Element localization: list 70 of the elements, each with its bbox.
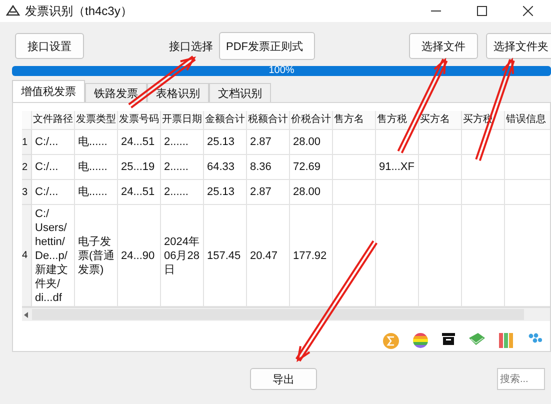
sigma-coin-icon[interactable] <box>383 333 399 349</box>
column-header[interactable]: 售方名 <box>333 111 376 130</box>
table-cell: 72.69 <box>290 155 333 180</box>
table-cell: C:/... <box>32 155 75 180</box>
tab[interactable]: 表格识别 <box>147 83 209 102</box>
interface-settings-button[interactable]: 接口设置 <box>15 33 84 59</box>
column-header[interactable]: 发票类型 <box>75 111 118 130</box>
table-cell <box>376 180 419 205</box>
row-number: 2 <box>22 155 32 180</box>
table-cell: 24...51 <box>118 180 161 205</box>
app-logo-icon <box>6 5 20 17</box>
horizontal-scrollbar[interactable] <box>22 307 550 321</box>
table-cell: 2...... <box>161 130 204 155</box>
archive-box-icon[interactable] <box>442 333 455 345</box>
column-header[interactable]: 发票号码 <box>118 111 161 130</box>
column-header[interactable]: 错误信息 <box>505 111 550 130</box>
table-cell: 64.33 <box>204 155 247 180</box>
table-cell <box>419 155 462 180</box>
table-cell <box>419 180 462 205</box>
table-cell <box>333 155 376 180</box>
column-header[interactable]: 税额合计 <box>247 111 290 130</box>
column-header[interactable]: 金额合计 <box>204 111 247 130</box>
table-cell: 8.36 <box>247 155 290 180</box>
table-cell: 2...... <box>161 180 204 205</box>
column-header[interactable]: 开票日期 <box>161 111 204 130</box>
column-header[interactable]: 价税合计 <box>290 111 333 130</box>
table-cell: C:/... <box>32 180 75 205</box>
table-cell <box>419 130 462 155</box>
tab[interactable]: 铁路发票 <box>85 83 147 102</box>
table-cell: 电...... <box>75 130 118 155</box>
interface-dropdown[interactable]: PDF发票正则式 <box>219 32 315 60</box>
table-cell: 2.87 <box>247 180 290 205</box>
search-field[interactable]: 搜索... <box>497 368 545 390</box>
book-icon[interactable] <box>469 333 485 346</box>
progress-reading: 100% <box>268 66 296 76</box>
binders-icon[interactable] <box>499 333 514 348</box>
table-cell: 24...51 <box>118 130 161 155</box>
table-cell <box>333 130 376 155</box>
table-cell: 电...... <box>75 155 118 180</box>
table-cell: 2.87 <box>247 130 290 155</box>
table-cell: 28.00 <box>290 130 333 155</box>
column-header[interactable]: 售方税 <box>376 111 419 130</box>
table-cell: 28.00 <box>290 180 333 205</box>
header-corner <box>22 111 32 130</box>
table-cell: 25.13 <box>204 180 247 205</box>
select-file-button[interactable]: 选择文件 <box>409 33 478 59</box>
table-cell <box>376 130 419 155</box>
table-cell: 25...19 <box>118 155 161 180</box>
table-cell <box>462 180 505 205</box>
table-cell <box>333 180 376 205</box>
table-cell: 25.13 <box>204 130 247 155</box>
interface-label: 接口选择 <box>169 40 213 54</box>
rainbow-ball-icon[interactable] <box>413 333 428 348</box>
select-folder-button[interactable]: 选择文件夹 <box>486 33 551 59</box>
table-cell: 电...... <box>75 180 118 205</box>
row-number: 4 <box>22 205 32 307</box>
export-button[interactable]: 导出 <box>250 368 317 390</box>
paw-icon[interactable] <box>528 333 542 343</box>
row-number: 3 <box>22 180 32 205</box>
row-number: 1 <box>22 130 32 155</box>
table-cell: 91...XF <box>376 155 419 180</box>
tab[interactable]: 文档识别 <box>209 83 271 102</box>
table-cell <box>462 130 505 155</box>
table-cell: 2...... <box>161 155 204 180</box>
window-title: 发票识别（th4c3y） <box>25 2 132 20</box>
tab[interactable]: 增值税发票 <box>12 80 85 102</box>
column-header[interactable]: 买方名 <box>419 111 462 130</box>
table-cell: C:/... <box>32 130 75 155</box>
table-cell <box>462 155 505 180</box>
column-header[interactable]: 文件路径 <box>32 111 75 130</box>
